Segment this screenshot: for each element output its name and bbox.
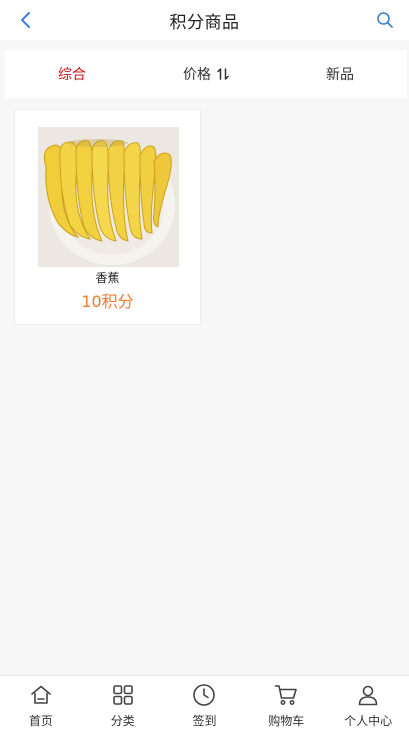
top-bar: 积分商品 — [0, 0, 409, 40]
tabbar-item-home[interactable]: 首页 — [0, 676, 82, 730]
product-name: 香蕉 — [95, 271, 120, 285]
product-points: 10积分 — [81, 292, 134, 311]
home-icon — [29, 683, 53, 707]
chevron-left-icon — [21, 12, 30, 28]
search-icon — [377, 12, 393, 28]
banana-image[interactable] — [38, 127, 179, 267]
sort-tabs: 综合 价格 新品 — [5, 50, 407, 98]
tabbar-label: 签到 — [192, 714, 217, 728]
clock-icon — [192, 683, 216, 707]
tab-label: 新品 — [326, 67, 354, 83]
tabbar-label: 购物车 — [268, 714, 305, 728]
bottom-tab-bar: 首页 分类 签到 购物车 个人中心 — [0, 675, 409, 730]
tab-new[interactable]: 新品 — [273, 50, 407, 98]
tabbar-item-category[interactable]: 分类 — [82, 676, 164, 730]
tab-comprehensive[interactable]: 综合 — [5, 50, 139, 98]
tabbar-item-checkin[interactable]: 签到 — [164, 676, 246, 730]
tab-label: 综合 — [58, 67, 86, 83]
sort-icon — [217, 67, 229, 81]
tabbar-label: 分类 — [110, 714, 135, 728]
tabbar-label: 个人中心 — [344, 714, 393, 728]
page-title: 积分商品 — [169, 12, 240, 33]
category-grid-icon — [111, 683, 135, 707]
cart-icon — [274, 683, 298, 707]
search-button[interactable] — [373, 8, 397, 32]
tab-label: 价格 — [183, 67, 211, 83]
user-icon — [356, 683, 380, 707]
tab-price[interactable]: 价格 — [139, 50, 273, 98]
back-button[interactable] — [14, 8, 38, 32]
tabbar-item-cart[interactable]: 购物车 — [245, 676, 327, 730]
product-card[interactable]: 香蕉 10积分 — [14, 109, 201, 325]
tabbar-item-profile[interactable]: 个人中心 — [327, 676, 409, 730]
tabbar-label: 首页 — [28, 714, 53, 728]
